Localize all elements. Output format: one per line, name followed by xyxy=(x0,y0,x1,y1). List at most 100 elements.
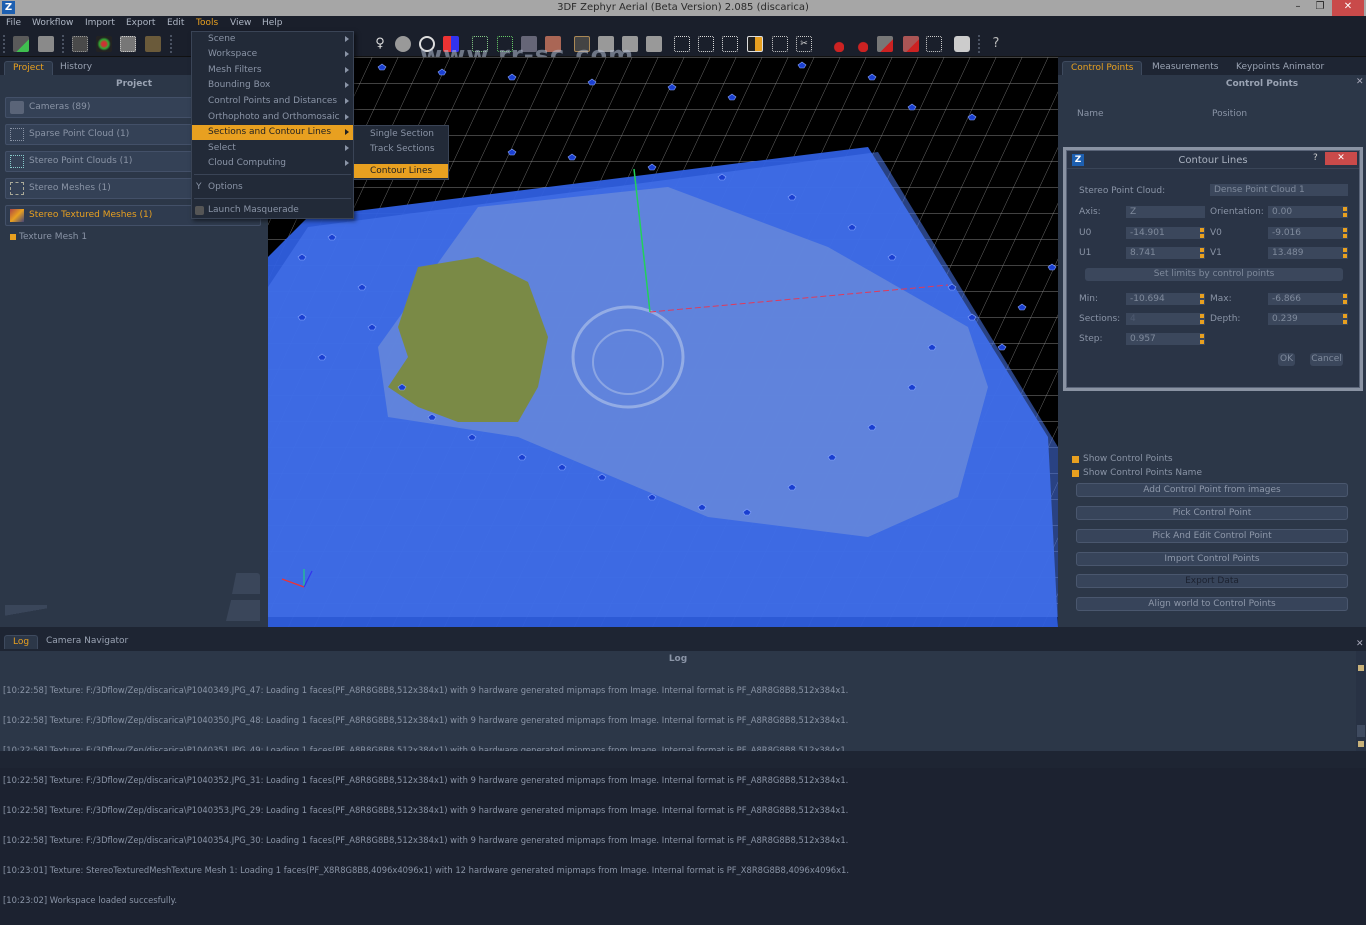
help-icon[interactable]: ? xyxy=(988,36,1004,52)
minimize-button[interactable]: – xyxy=(1290,0,1306,16)
show-sparse-icon[interactable] xyxy=(472,36,488,52)
select-rect-icon[interactable] xyxy=(598,36,614,52)
export-data-button[interactable]: Export Data xyxy=(1076,574,1348,588)
color-chart-icon[interactable] xyxy=(443,36,459,52)
close-window-button[interactable]: ✕ xyxy=(1332,0,1364,16)
shading-icon[interactable] xyxy=(395,36,411,52)
spinner-arrows-icon[interactable] xyxy=(1343,207,1347,217)
dialog-title-bar[interactable]: Z Contour Lines ? ✕ xyxy=(1067,151,1359,169)
menu-item-sections-contour[interactable]: Sections and Contour Lines xyxy=(192,125,353,140)
delete-mesh-icon[interactable] xyxy=(877,36,893,52)
dialog-close-button[interactable]: ✕ xyxy=(1325,152,1357,165)
select-poly-icon[interactable] xyxy=(622,36,638,52)
submenu-track-sections[interactable]: Track Sections xyxy=(354,142,448,156)
tab-control-points[interactable]: Control Points xyxy=(1062,61,1143,75)
delete-dense-icon[interactable] xyxy=(852,36,868,52)
pick-control-point-button[interactable]: Pick Control Point xyxy=(1076,506,1348,520)
spinner-arrows-icon[interactable] xyxy=(1200,294,1204,304)
menu-item-launch-masquerade[interactable]: Launch Masquerade xyxy=(192,203,353,218)
sections-spinbox[interactable]: 4 xyxy=(1126,313,1205,325)
show-dense-icon[interactable] xyxy=(497,36,513,52)
show-mesh-icon[interactable] xyxy=(521,36,537,52)
menu-tools[interactable]: Tools xyxy=(196,18,218,28)
align-world-button[interactable]: Align world to Control Points xyxy=(1076,597,1348,611)
crop-icon[interactable] xyxy=(772,36,788,52)
spinner-arrows-icon[interactable] xyxy=(1343,228,1347,238)
step-spinbox[interactable]: 0.957 xyxy=(1126,333,1205,345)
stereo-point-cloud-select[interactable]: Dense Point Cloud 1 xyxy=(1210,184,1348,196)
v0-spinbox[interactable]: -9.016 xyxy=(1268,227,1348,239)
side-handle-top[interactable] xyxy=(232,573,260,594)
show-control-points-checkbox[interactable]: Show Control Points xyxy=(1072,454,1173,464)
light-bulb-icon[interactable]: ♀ xyxy=(372,36,388,52)
show-control-points-name-checkbox[interactable]: Show Control Points Name xyxy=(1072,468,1202,478)
menu-edit[interactable]: Edit xyxy=(167,18,184,28)
menu-view[interactable]: View xyxy=(230,18,251,28)
mesh-icon[interactable] xyxy=(120,36,136,52)
menu-file[interactable]: File xyxy=(6,18,21,28)
select-icon[interactable] xyxy=(574,36,590,52)
deselect-points-icon[interactable] xyxy=(698,36,714,52)
menu-item-bounding-box[interactable]: Bounding Box xyxy=(192,78,353,93)
menu-item-scene[interactable]: Scene xyxy=(192,32,353,47)
menu-item-cloud-computing[interactable]: Cloud Computing xyxy=(192,156,353,171)
new-project-icon[interactable] xyxy=(13,36,29,52)
menu-item-select[interactable]: Select xyxy=(192,141,353,156)
min-spinbox[interactable]: -10.694 xyxy=(1126,293,1205,305)
textured-mesh-icon[interactable] xyxy=(145,36,161,52)
spinner-arrows-icon[interactable] xyxy=(1200,248,1204,258)
scroll-thumb[interactable] xyxy=(1357,725,1365,737)
help-button[interactable]: ? xyxy=(1313,153,1318,163)
spinner-arrows-icon[interactable] xyxy=(1343,248,1347,258)
menu-item-options[interactable]: Y Options xyxy=(192,180,353,195)
tab-history[interactable]: History xyxy=(52,61,100,75)
add-control-point-button[interactable]: Add Control Point from images xyxy=(1076,483,1348,497)
u0-spinbox[interactable]: -14.901 xyxy=(1126,227,1205,239)
spinner-arrows-icon[interactable] xyxy=(1343,314,1347,324)
spinner-arrows-icon[interactable] xyxy=(1200,228,1204,238)
submenu-contour-lines[interactable]: Contour Lines xyxy=(354,164,448,178)
delete-textured-icon[interactable] xyxy=(903,36,919,52)
select-points-icon[interactable] xyxy=(674,36,690,52)
depth-spinbox[interactable]: 0.239 xyxy=(1268,313,1348,325)
spinner-arrows-icon[interactable] xyxy=(1200,314,1204,324)
menu-help[interactable]: Help xyxy=(262,18,283,28)
ok-button[interactable]: OK xyxy=(1278,353,1295,366)
menu-item-workspace[interactable]: Workspace xyxy=(192,47,353,62)
cut-icon[interactable]: ✂ xyxy=(796,36,812,52)
v1-spinbox[interactable]: 13.489 xyxy=(1268,247,1348,259)
filter-icon[interactable] xyxy=(926,36,942,52)
scroll-up-icon[interactable] xyxy=(1358,665,1364,671)
rgb-channels-icon[interactable] xyxy=(419,36,435,52)
sparse-cloud-icon[interactable] xyxy=(96,36,112,52)
log-close-icon[interactable]: ✕ xyxy=(1356,639,1364,649)
tab-camera-navigator[interactable]: Camera Navigator xyxy=(38,635,136,649)
tab-log[interactable]: Log xyxy=(4,635,39,649)
save-icon[interactable] xyxy=(38,36,54,52)
import-control-points-button[interactable]: Import Control Points xyxy=(1076,552,1348,566)
menu-export[interactable]: Export xyxy=(126,18,155,28)
maximize-button[interactable]: ❐ xyxy=(1312,0,1328,16)
tab-measurements[interactable]: Measurements xyxy=(1144,61,1226,75)
side-handle-bottom[interactable] xyxy=(226,600,260,621)
menu-item-mesh-filters[interactable]: Mesh Filters xyxy=(192,63,353,78)
show-textured-icon[interactable] xyxy=(545,36,561,52)
cancel-button[interactable]: Cancel xyxy=(1310,353,1343,366)
submenu-single-section[interactable]: Single Section xyxy=(354,127,448,141)
u1-spinbox[interactable]: 8.741 xyxy=(1126,247,1205,259)
select-brush-icon[interactable] xyxy=(646,36,662,52)
spinner-arrows-icon[interactable] xyxy=(1200,334,1204,344)
tab-keypoints-animator[interactable]: Keypoints Animator xyxy=(1228,61,1332,75)
menu-item-control-points[interactable]: Control Points and Distances xyxy=(192,94,353,109)
cameras-icon[interactable] xyxy=(72,36,88,52)
half-selection-icon[interactable] xyxy=(747,36,763,52)
menu-item-orthophoto[interactable]: Orthophoto and Orthomosaic xyxy=(192,110,353,125)
axis-select[interactable]: Z xyxy=(1126,206,1205,218)
menu-import[interactable]: Import xyxy=(85,18,115,28)
screenshot-camera-icon[interactable] xyxy=(954,36,970,52)
scroll-down-icon[interactable] xyxy=(1358,741,1364,747)
spinner-arrows-icon[interactable] xyxy=(1343,294,1347,304)
invert-selection-icon[interactable] xyxy=(722,36,738,52)
set-limits-button[interactable]: Set limits by control points xyxy=(1085,268,1343,281)
max-spinbox[interactable]: -6.866 xyxy=(1268,293,1348,305)
